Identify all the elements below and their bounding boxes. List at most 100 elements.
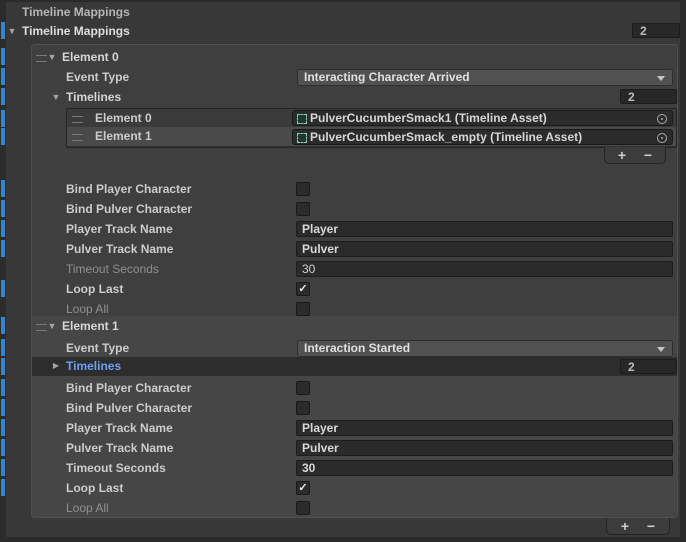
- foldout-open-icon[interactable]: ▼: [47, 317, 57, 335]
- player-track-name-input[interactable]: Player: [296, 420, 673, 436]
- override-bar: [1, 358, 5, 375]
- timeline-asset-name: PulverCucumberSmack_empty (Timeline Asse…: [310, 130, 582, 144]
- remove-element-button[interactable]: −: [635, 148, 661, 163]
- add-element-button[interactable]: +: [609, 148, 635, 163]
- element0-timelines-row[interactable]: ▼ Timelines 2: [0, 88, 686, 106]
- override-bar: [1, 128, 5, 145]
- timeline-mappings-title: Timeline Mappings: [22, 22, 130, 40]
- timelines-size-field[interactable]: 2: [620, 89, 677, 104]
- event-type-value: Interacting Character Arrived: [304, 70, 470, 84]
- array-size-field[interactable]: 2: [632, 23, 680, 38]
- bottom-edge: [0, 537, 686, 542]
- add-element-button[interactable]: +: [612, 519, 638, 534]
- override-bar: [1, 399, 5, 416]
- bind-player-checkbox[interactable]: [296, 182, 310, 196]
- override-bar: [1, 240, 5, 257]
- pulver-track-name-input[interactable]: Pulver: [296, 440, 673, 456]
- bind-pulver-checkbox[interactable]: [296, 401, 310, 415]
- drag-handle-icon[interactable]: [36, 55, 47, 62]
- field-label: Timeout Seconds: [66, 260, 159, 278]
- element0-title: Element 0: [62, 48, 119, 66]
- drag-handle-icon[interactable]: [72, 134, 83, 141]
- bind-player-checkbox[interactable]: [296, 381, 310, 395]
- pulver-track-name-input[interactable]: Pulver: [296, 241, 673, 257]
- field-label: Loop All: [66, 300, 109, 318]
- field-label: Timeout Seconds: [66, 459, 166, 477]
- field-label: Loop All: [66, 499, 109, 517]
- list-item-label: Element 0: [95, 109, 152, 127]
- override-bar: [1, 180, 5, 197]
- override-bar: [1, 439, 5, 456]
- field-row: Bind Pulver Character: [0, 399, 686, 417]
- element0-event-type-dropdown[interactable]: Interacting Character Arrived: [297, 69, 673, 86]
- override-bar: [1, 419, 5, 436]
- field-label: Player Track Name: [66, 220, 173, 238]
- override-bar: [1, 22, 5, 39]
- field-label: Bind Pulver Character: [66, 399, 192, 417]
- drag-handle-icon[interactable]: [36, 324, 47, 331]
- override-bar: [1, 110, 5, 127]
- override-bar: [1, 317, 5, 334]
- loop-all-checkbox[interactable]: [296, 501, 310, 515]
- field-label: Loop Last: [66, 280, 123, 298]
- inspector-panel: Timeline Mappings ▼ Timeline Mappings 2 …: [0, 0, 686, 542]
- field-label: Bind Player Character: [66, 180, 191, 198]
- element1-header-row[interactable]: ▼ Element 1: [0, 317, 686, 335]
- override-bar: [1, 88, 5, 105]
- timeout-seconds-input[interactable]: 30: [296, 460, 673, 476]
- timeline-asset-name: PulverCucumberSmack1 (Timeline Asset): [310, 111, 547, 125]
- override-bar: [1, 479, 5, 496]
- loop-last-checkbox[interactable]: ✓: [296, 282, 310, 296]
- object-picker-icon[interactable]: [657, 133, 667, 143]
- dropdown-arrow-icon: [657, 76, 665, 81]
- field-row: Loop Last: [0, 280, 686, 298]
- timeline-asset-field[interactable]: PulverCucumberSmack_empty (Timeline Asse…: [292, 129, 673, 145]
- field-row: Bind Player Character: [0, 379, 686, 397]
- override-bar: [1, 339, 5, 356]
- player-track-name-input[interactable]: Player: [296, 221, 673, 237]
- list-item-label: Element 1: [95, 127, 152, 146]
- override-bar: [1, 48, 5, 65]
- timelines-size-field[interactable]: 2: [620, 359, 677, 374]
- timeout-seconds-input[interactable]: 30: [296, 261, 673, 277]
- timelines-list-footer: +−: [604, 147, 666, 164]
- bind-pulver-checkbox[interactable]: [296, 202, 310, 216]
- remove-element-button[interactable]: −: [638, 519, 664, 534]
- event-type-value: Interaction Started: [304, 341, 410, 355]
- timeline-mappings-footer: +−: [606, 518, 670, 535]
- event-type-label: Event Type: [66, 339, 129, 357]
- foldout-open-icon[interactable]: ▼: [47, 48, 57, 66]
- field-row: Loop Last: [0, 479, 686, 497]
- override-bar: [1, 220, 5, 237]
- foldout-closed-icon[interactable]: ▶: [51, 357, 61, 375]
- override-bar: [1, 379, 5, 396]
- timelines-label: Timelines: [66, 357, 121, 375]
- top-edge: [0, 0, 686, 2]
- element1-timelines-row[interactable]: ▶ Timelines 2: [0, 357, 686, 375]
- field-label: Bind Player Character: [66, 379, 191, 397]
- override-bar: [1, 459, 5, 476]
- dropdown-arrow-icon: [657, 347, 665, 352]
- field-label: Loop Last: [66, 479, 123, 497]
- element0-header-row[interactable]: ▼ Element 0: [0, 48, 686, 66]
- field-row: Bind Pulver Character: [0, 200, 686, 218]
- foldout-open-icon[interactable]: ▼: [51, 88, 61, 106]
- override-bar: [1, 280, 5, 297]
- timeline-asset-icon: [297, 133, 307, 143]
- timelines-label: Timelines: [66, 88, 121, 106]
- element1-title: Element 1: [62, 317, 119, 335]
- field-label: Player Track Name: [66, 419, 173, 437]
- element1-event-type-dropdown[interactable]: Interaction Started: [297, 340, 673, 357]
- checkmark-icon: ✓: [297, 482, 309, 494]
- field-label: Bind Pulver Character: [66, 200, 192, 218]
- drag-handle-icon[interactable]: [72, 116, 83, 123]
- checkmark-icon: ✓: [297, 283, 309, 295]
- timeline-asset-field[interactable]: PulverCucumberSmack1 (Timeline Asset): [292, 110, 673, 126]
- loop-all-checkbox[interactable]: [296, 302, 310, 316]
- property-label-row: Timeline Mappings: [0, 3, 686, 21]
- foldout-open-icon[interactable]: ▼: [7, 22, 17, 40]
- field-row: Bind Player Character: [0, 180, 686, 198]
- object-picker-icon[interactable]: [657, 114, 667, 124]
- timeline-mappings-header-row[interactable]: ▼ Timeline Mappings 2: [0, 22, 686, 40]
- loop-last-checkbox[interactable]: ✓: [296, 481, 310, 495]
